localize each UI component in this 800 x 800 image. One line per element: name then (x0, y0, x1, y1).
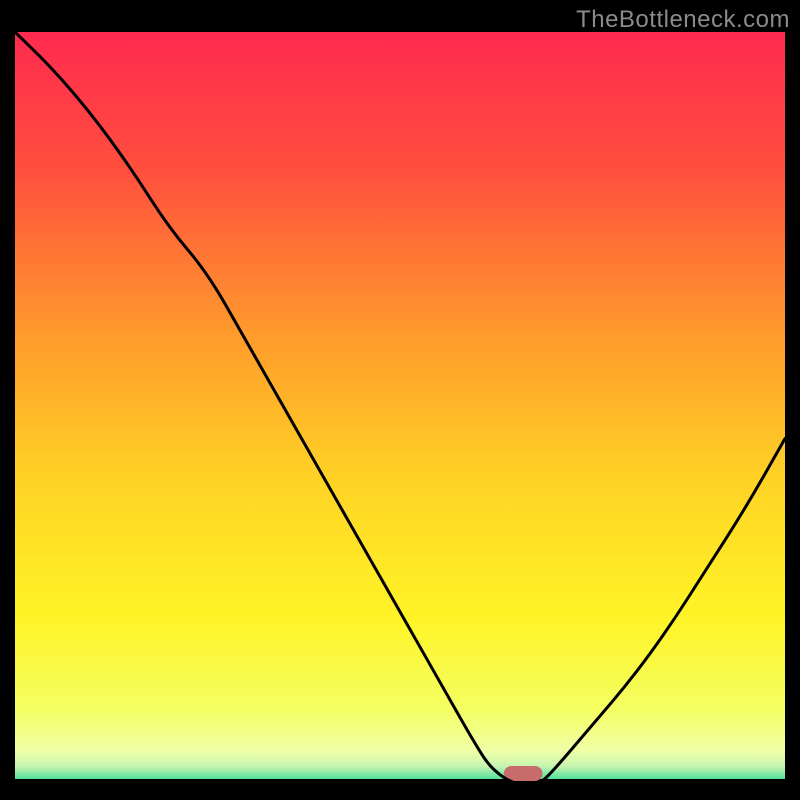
plot-area (15, 32, 785, 785)
optimal-marker (504, 766, 543, 781)
watermark-text: TheBottleneck.com (576, 6, 790, 34)
chart-frame: TheBottleneck.com (0, 0, 800, 800)
gradient-background (15, 32, 785, 785)
x-axis (15, 779, 785, 785)
bottleneck-chart (15, 32, 785, 785)
